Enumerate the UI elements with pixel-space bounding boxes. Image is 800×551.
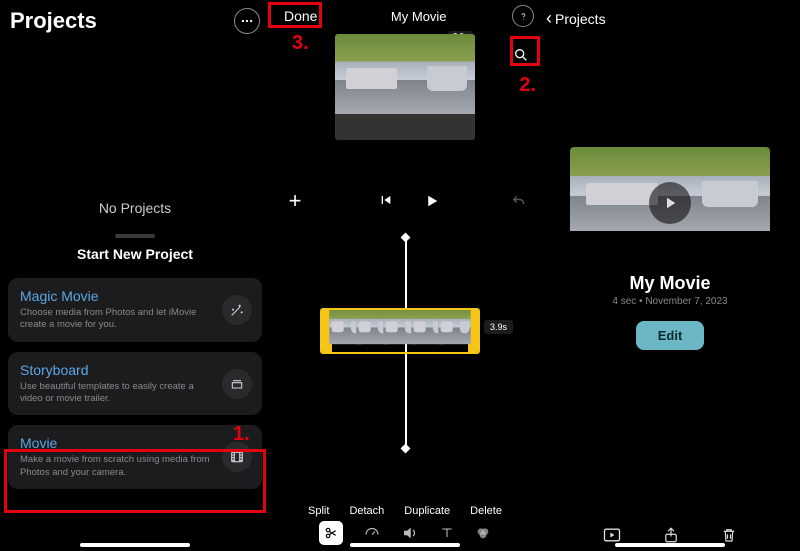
storyboard-icon bbox=[222, 369, 252, 399]
zoom-icon[interactable] bbox=[508, 42, 534, 68]
card-title: Storyboard bbox=[20, 362, 214, 378]
volume-icon[interactable] bbox=[401, 524, 419, 542]
magic-wand-icon bbox=[222, 295, 252, 325]
back-to-projects[interactable]: ‹ Projects bbox=[540, 0, 800, 37]
project-thumbnail[interactable] bbox=[570, 147, 770, 259]
add-media-button[interactable]: + bbox=[282, 188, 308, 214]
more-icon[interactable] bbox=[234, 8, 260, 34]
split-button[interactable]: Split bbox=[308, 505, 329, 517]
movie-title: My Movie bbox=[540, 273, 800, 294]
sheet-grabber[interactable] bbox=[115, 234, 155, 238]
video-preview[interactable]: 3.9s bbox=[335, 34, 475, 150]
detach-button[interactable]: Detach bbox=[349, 505, 384, 517]
delete-button[interactable]: Delete bbox=[470, 505, 502, 517]
annotation-number-2: 2. bbox=[519, 74, 536, 97]
duplicate-button[interactable]: Duplicate bbox=[404, 505, 450, 517]
speed-icon[interactable] bbox=[363, 524, 381, 542]
help-icon[interactable] bbox=[512, 5, 534, 27]
edit-button[interactable]: Edit bbox=[636, 321, 705, 350]
projects-list-screen: Projects No Projects Start New Project M… bbox=[0, 0, 270, 551]
movie-title: My Movie bbox=[325, 9, 512, 24]
annotation-number-3: 3. bbox=[292, 32, 309, 55]
toolbar bbox=[270, 521, 540, 545]
play-icon bbox=[649, 182, 691, 224]
editor-screen: Done My Movie 3. 2. 3.9s + bbox=[270, 0, 540, 551]
skip-start-icon[interactable] bbox=[377, 192, 393, 210]
page-title: Projects bbox=[10, 8, 97, 34]
card-title: Magic Movie bbox=[20, 288, 214, 304]
sheet-title: Start New Project bbox=[0, 246, 270, 262]
card-desc: Choose media from Photos and let iMovie … bbox=[20, 307, 214, 332]
play-icon[interactable] bbox=[423, 192, 441, 210]
clip-ops-row: Split Detach Duplicate Delete bbox=[270, 505, 540, 517]
project-option-storyboard[interactable]: Storyboard Use beautiful templates to ea… bbox=[8, 352, 262, 416]
clip-length-label: 3.9s bbox=[484, 320, 513, 334]
timeline[interactable]: 3.9s bbox=[270, 242, 540, 462]
trash-icon[interactable] bbox=[720, 525, 738, 545]
undo-icon[interactable] bbox=[510, 192, 528, 210]
done-button[interactable]: Done bbox=[276, 5, 325, 27]
film-icon bbox=[222, 442, 252, 472]
project-option-magic-movie[interactable]: Magic Movie Choose media from Photos and… bbox=[8, 278, 262, 342]
project-option-movie[interactable]: Movie Make a movie from scratch using me… bbox=[8, 425, 262, 489]
text-icon[interactable] bbox=[439, 525, 455, 541]
chevron-left-icon: ‹ bbox=[546, 8, 552, 29]
card-desc: Make a movie from scratch using media fr… bbox=[20, 454, 214, 479]
no-projects-label: No Projects bbox=[0, 200, 270, 216]
project-detail-screen: ‹ Projects My Movie 4 sec • November 7, … bbox=[540, 0, 800, 551]
home-indicator bbox=[350, 543, 460, 547]
card-title: Movie bbox=[20, 435, 214, 451]
bottom-actions bbox=[540, 525, 800, 545]
video-clip[interactable] bbox=[320, 308, 480, 354]
home-indicator bbox=[80, 543, 190, 547]
preview-frame bbox=[335, 34, 475, 140]
back-label: Projects bbox=[555, 11, 606, 27]
play-rect-icon[interactable] bbox=[602, 525, 622, 545]
home-indicator bbox=[615, 543, 725, 547]
scissors-icon[interactable] bbox=[319, 521, 343, 545]
card-desc: Use beautiful templates to easily create… bbox=[20, 381, 214, 406]
movie-subtitle: 4 sec • November 7, 2023 bbox=[540, 296, 800, 307]
play-overlay[interactable] bbox=[570, 147, 770, 259]
share-icon[interactable] bbox=[662, 525, 680, 545]
filters-icon[interactable] bbox=[475, 525, 491, 541]
